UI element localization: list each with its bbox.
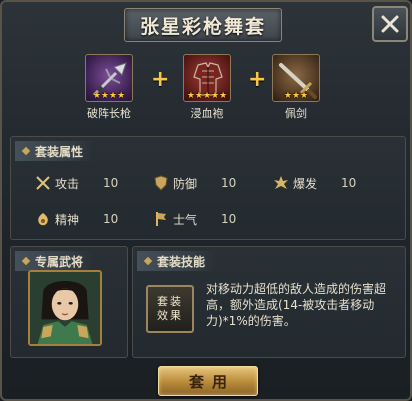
plus-icon: + (248, 67, 267, 92)
item-name: 破阵长枪 (87, 107, 131, 120)
suit-panel: 张星彩枪舞套 ★★★★ 破阵长枪 + ★★★★★ 浸血袍 + ★★★ 佩剑 套装… (0, 0, 412, 401)
sword-icon: ★★★ (272, 54, 320, 102)
set-effect-icon: 套装 效果 (146, 285, 194, 333)
defense-shield-icon (154, 175, 168, 191)
item-name: 佩剑 (285, 107, 307, 120)
morale-banner-icon (156, 212, 166, 226)
skill-icon-label: 效果 (157, 309, 183, 322)
suit-item[interactable]: ★★★ 佩剑 (270, 54, 322, 121)
attr-value: 10 (341, 176, 357, 190)
attr-defense: 防御 10 (153, 173, 236, 193)
attr-name: 士气 (173, 212, 198, 227)
plus-icon: + (151, 67, 170, 92)
attr-value: 10 (103, 176, 119, 190)
attr-value: 10 (221, 212, 237, 226)
attr-value: 10 (221, 176, 237, 190)
spear-icon: ★★★★ (85, 54, 133, 102)
suit-item[interactable]: ★★★★★ 浸血袍 (181, 54, 233, 121)
skill-description: 对移动力超低的敌人造成的伤害超高，额外造成(14-被攻击者移动力)*1%的伤害。 (206, 282, 387, 328)
set-attributes-section: 套装属性 攻击 10 防御 10 爆发 10 精神 10 士气 10 (10, 136, 406, 240)
title-plate: 张星彩枪舞套 (124, 8, 282, 42)
armor-robe-icon: ★★★★★ (183, 54, 231, 102)
section-header: 专属武将 (15, 251, 94, 271)
suit-items-row: ★★★★ 破阵长枪 + ★★★★★ 浸血袍 + ★★★ 佩剑 (2, 54, 410, 134)
attr-morale: 士气 10 (153, 209, 236, 229)
attr-value: 10 (103, 212, 119, 226)
skill-icon-label: 套装 (157, 295, 183, 308)
general-portrait[interactable] (28, 270, 102, 346)
item-stars: ★★★★ (92, 91, 126, 101)
item-stars: ★★★★★ (186, 91, 228, 101)
apply-button-label: 套用 (188, 372, 235, 391)
attr-name: 爆发 (293, 176, 318, 191)
attack-crossed-swords-icon (36, 176, 50, 190)
section-header: 套装技能 (137, 251, 216, 271)
spirit-icon (38, 213, 48, 226)
suit-item[interactable]: ★★★★ 破阵长枪 (83, 54, 135, 121)
attr-name: 精神 (55, 212, 80, 227)
suit-title: 张星彩枪舞套 (139, 15, 266, 38)
apply-button[interactable]: 套用 (158, 366, 258, 396)
attr-burst: 爆发 10 (273, 173, 356, 193)
burst-icon (274, 176, 288, 189)
section-header: 套装属性 (15, 141, 94, 161)
attr-attack: 攻击 10 (35, 173, 118, 193)
attr-name: 防御 (173, 176, 198, 191)
close-icon (381, 15, 399, 33)
item-name: 浸血袍 (190, 107, 224, 120)
item-stars: ★★★ (283, 91, 309, 101)
attr-name: 攻击 (55, 176, 80, 191)
attr-spirit: 精神 10 (35, 209, 118, 229)
close-button[interactable] (372, 6, 408, 42)
